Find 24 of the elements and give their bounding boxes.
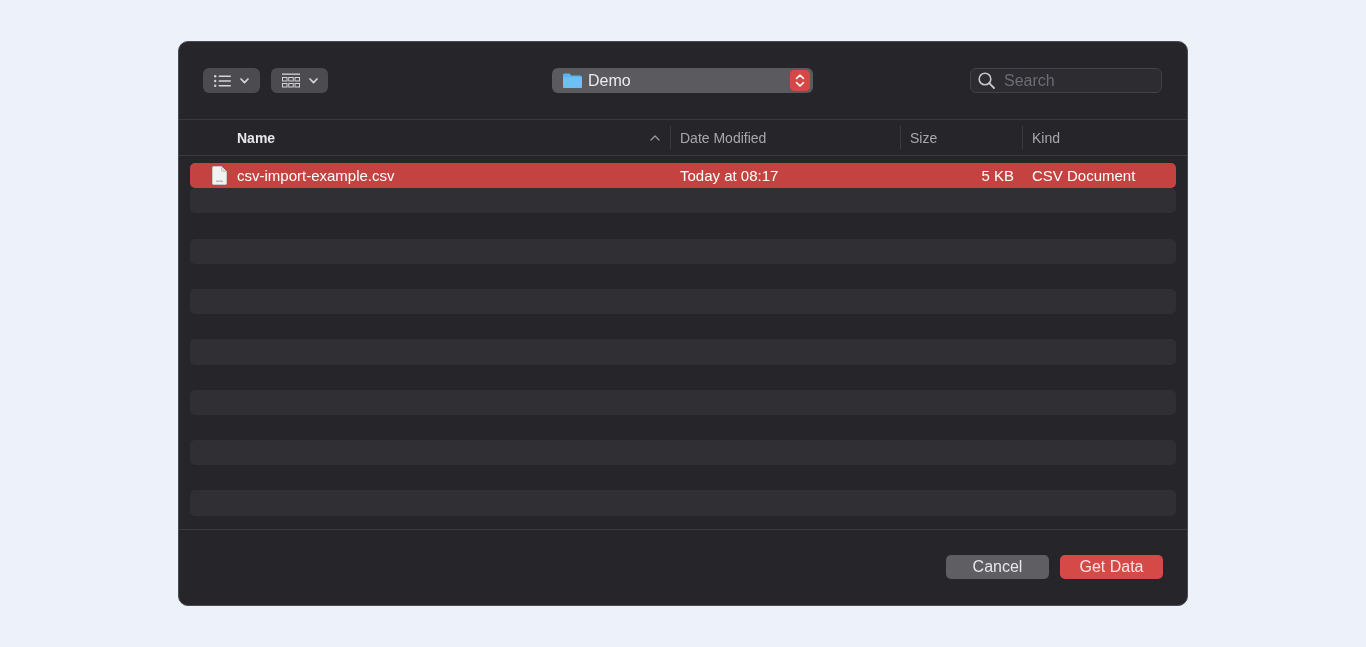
date-modified-text: Today at 08:17 <box>680 167 779 185</box>
file-row[interactable]: csv-import-example.csv Today at 08:17 5 KB CSV Document <box>190 163 1176 189</box>
cancel-button[interactable]: Cancel <box>946 555 1049 579</box>
column-header[interactable]: Date Modified <box>670 126 900 149</box>
file-size-text: 5 KB <box>981 167 1014 185</box>
location-popup[interactable]: Demo <box>552 68 813 93</box>
column-header[interactable]: Kind <box>1022 126 1187 149</box>
chevron-down-icon <box>308 77 318 84</box>
folder-icon <box>563 73 582 88</box>
stepper-icon <box>790 70 810 91</box>
document-icon <box>212 166 227 186</box>
chevron-up-icon <box>650 134 660 141</box>
confirm-button[interactable]: Get Data <box>1060 555 1163 579</box>
search-icon <box>978 72 995 89</box>
chevron-down-icon <box>240 77 249 84</box>
column-header[interactable]: Name <box>179 126 670 149</box>
file-name: csv-import-example.csv <box>237 167 395 185</box>
icon-view-button[interactable] <box>271 68 328 93</box>
search-field[interactable]: Search <box>970 68 1162 93</box>
grid-icon <box>281 73 300 88</box>
file-kind-text: CSV Document <box>1032 167 1136 185</box>
list-icon <box>214 74 231 87</box>
column-header[interactable]: Size <box>900 126 1022 149</box>
list-view-button[interactable] <box>203 68 260 93</box>
